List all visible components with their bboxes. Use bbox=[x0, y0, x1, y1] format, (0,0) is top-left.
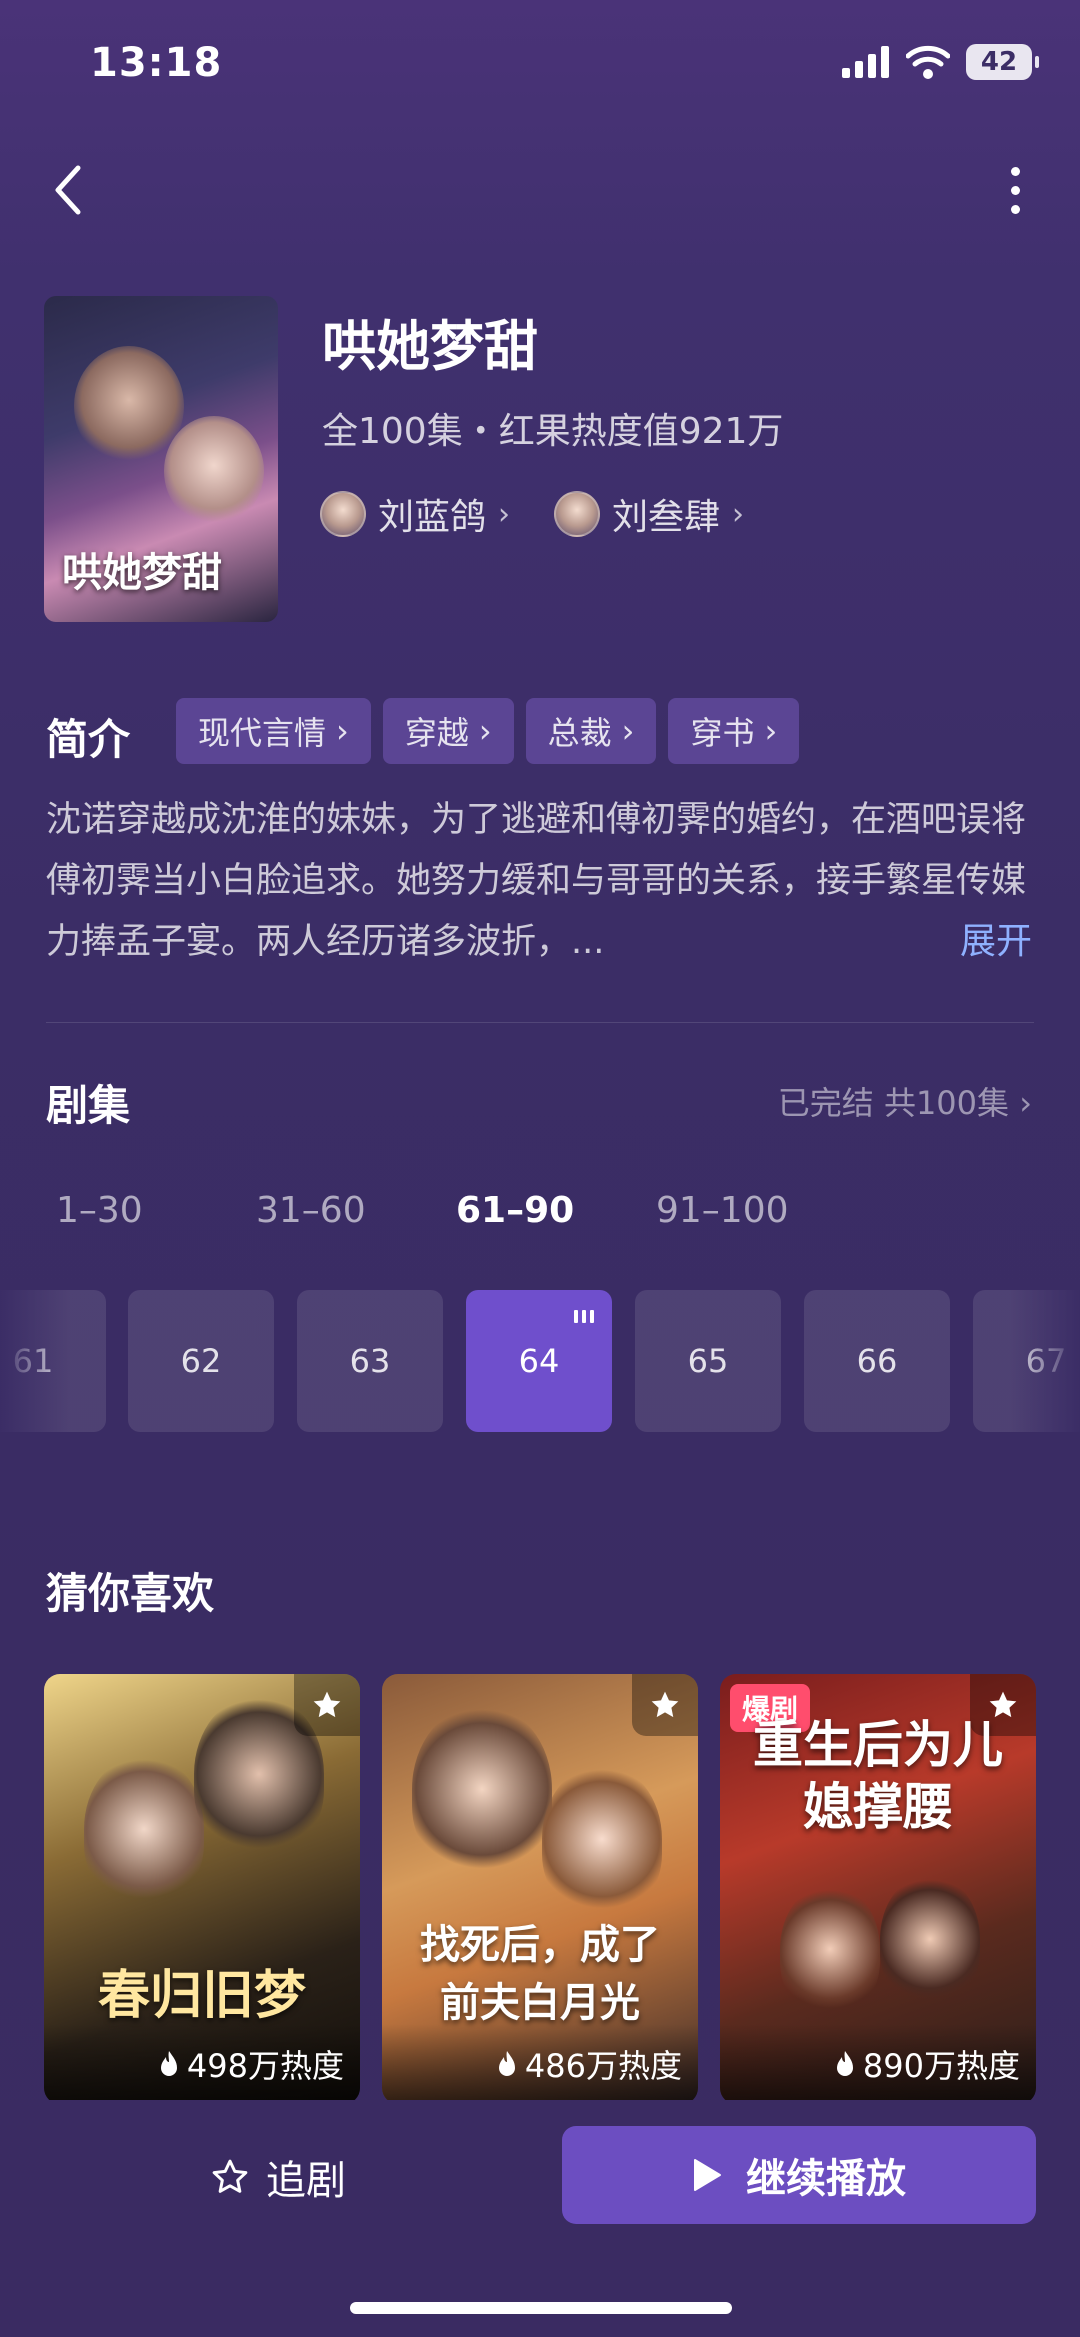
chevron-right-icon: › bbox=[1019, 1084, 1032, 1122]
recommend-card[interactable]: 春归旧梦 498万热度 bbox=[44, 1674, 360, 2104]
more-options-button[interactable] bbox=[990, 160, 1040, 220]
episode-item[interactable]: 62 bbox=[128, 1290, 274, 1432]
card-figure bbox=[880, 1874, 980, 2004]
tab-range[interactable]: 1–30 bbox=[56, 1190, 256, 1231]
episode-number: 64 bbox=[518, 1342, 560, 1380]
drama-title: 哄她梦甜 bbox=[322, 315, 538, 378]
play-icon bbox=[694, 2159, 721, 2191]
continue-play-button[interactable]: 继续播放 bbox=[562, 2126, 1036, 2224]
favorite-button[interactable] bbox=[294, 1674, 360, 1736]
chevron-right-icon: › bbox=[336, 712, 349, 750]
card-art-title: 重生后为儿媳撑腰 bbox=[753, 1715, 1003, 1836]
card-heat: 486万热度 bbox=[382, 2024, 698, 2104]
genre-tag[interactable]: 现代言情 › bbox=[176, 698, 371, 764]
chevron-left-icon bbox=[55, 165, 81, 215]
actor-name: 刘叁肆 bbox=[612, 497, 721, 538]
heat-value: 498万热度 bbox=[186, 2047, 344, 2085]
tab-range[interactable]: 31–60 bbox=[256, 1190, 456, 1231]
episode-list: 61 62 63 64 65 66 67 bbox=[0, 1290, 1080, 1432]
episode-item[interactable]: 65 bbox=[635, 1290, 781, 1432]
chevron-right-icon: › bbox=[478, 712, 492, 750]
follow-button[interactable]: 追剧 bbox=[210, 2148, 346, 2206]
card-art-title: 找死后，成了前夫白月光 bbox=[420, 1921, 660, 2026]
playing-icon bbox=[574, 1310, 594, 1323]
tag-label: 穿书 bbox=[690, 714, 755, 752]
heat-value: 890万热度 bbox=[862, 2047, 1020, 2085]
recommend-list: 春归旧梦 498万热度 找死后，成了前夫白月光 486万热度 爆剧 重生后为儿媳… bbox=[44, 1674, 1036, 2104]
card-figure bbox=[780, 1884, 880, 2014]
status-time: 13:18 bbox=[90, 40, 223, 86]
flame-icon bbox=[836, 2051, 853, 2076]
avatar bbox=[320, 491, 366, 537]
synopsis-text: 沈诺穿越成沈淮的妹妹，为了逃避和傅初霁的婚约，在酒吧误将傅初霁当小白脸追求。她努… bbox=[46, 800, 1027, 962]
scroll-fade-right bbox=[1010, 1290, 1080, 1432]
heat-value: 486万热度 bbox=[524, 2047, 682, 2085]
episodes-status-link[interactable]: 已完结 共100集 › bbox=[778, 1078, 1032, 1124]
star-icon bbox=[313, 1691, 341, 1718]
episode-range-tabs: 1–30 31–60 61–90 91–100 bbox=[56, 1190, 856, 1231]
back-button[interactable] bbox=[48, 160, 98, 220]
episodes-status: 已完结 共100集 bbox=[777, 1084, 1010, 1122]
recommend-card[interactable]: 找死后，成了前夫白月光 486万热度 bbox=[382, 1674, 698, 2104]
card-figure bbox=[412, 1704, 552, 1874]
chevron-right-icon: › bbox=[732, 496, 745, 532]
card-heat: 890万热度 bbox=[720, 2024, 1036, 2104]
drama-meta: 全100集・红果热度值921万 bbox=[322, 411, 784, 452]
chevron-right-icon: › bbox=[498, 496, 511, 532]
episode-item[interactable]: 66 bbox=[804, 1290, 950, 1432]
actor-link[interactable]: 刘叁肆 › bbox=[554, 488, 744, 540]
home-indicator[interactable] bbox=[350, 2302, 732, 2314]
genre-tags: 现代言情 › 穿越 › 总裁 › 穿书 › bbox=[176, 698, 800, 764]
tag-label: 现代言情 bbox=[198, 714, 327, 752]
card-figure bbox=[542, 1764, 662, 1914]
card-figure bbox=[84, 1754, 204, 1904]
more-dot bbox=[1010, 204, 1020, 214]
signal-icon bbox=[842, 46, 889, 78]
favorite-button[interactable] bbox=[632, 1674, 698, 1736]
star-icon bbox=[651, 1691, 679, 1718]
actor-list: 刘蓝鸽 › 刘叁肆 › bbox=[320, 488, 744, 540]
genre-tag[interactable]: 穿越 › bbox=[382, 698, 514, 764]
genre-tag[interactable]: 穿书 › bbox=[668, 698, 800, 764]
tab-range[interactable]: 91–100 bbox=[656, 1190, 856, 1231]
card-art-title: 春归旧梦 bbox=[97, 1965, 306, 2026]
star-outline-icon bbox=[212, 2159, 248, 2193]
card-heat: 498万热度 bbox=[44, 2024, 360, 2104]
recommend-title: 猜你喜欢 bbox=[46, 1569, 215, 1618]
wifi-icon bbox=[906, 45, 950, 79]
episode-item[interactable]: 63 bbox=[297, 1290, 443, 1432]
avatar bbox=[554, 491, 601, 537]
follow-label: 追剧 bbox=[266, 2158, 346, 2204]
flame-icon bbox=[160, 2051, 177, 2076]
intro-label: 简介 bbox=[46, 715, 131, 764]
more-dot bbox=[1010, 185, 1020, 195]
poster-title: 哄她梦甜 bbox=[62, 550, 222, 596]
drama-poster[interactable]: 哄她梦甜 bbox=[44, 296, 278, 622]
tag-label: 穿越 bbox=[404, 714, 469, 752]
divider bbox=[46, 1022, 1034, 1023]
play-label: 继续播放 bbox=[746, 2156, 906, 2202]
tag-label: 总裁 bbox=[547, 714, 612, 752]
chevron-right-icon: › bbox=[621, 712, 635, 750]
battery-indicator: 42 bbox=[966, 44, 1039, 80]
episode-item-playing[interactable]: 64 bbox=[466, 1290, 612, 1432]
genre-tag[interactable]: 总裁 › bbox=[525, 698, 657, 764]
scroll-fade-left bbox=[0, 1290, 70, 1432]
recommend-card[interactable]: 爆剧 重生后为儿媳撑腰 890万热度 bbox=[720, 1674, 1036, 2104]
actor-name: 刘蓝鸽 bbox=[378, 497, 487, 538]
expand-link[interactable]: 展开 bbox=[960, 912, 1032, 964]
flame-icon bbox=[498, 2051, 515, 2076]
poster-figure bbox=[164, 416, 264, 526]
chevron-right-icon: › bbox=[764, 712, 778, 750]
episodes-title: 剧集 bbox=[46, 1081, 131, 1130]
tab-range-active[interactable]: 61–90 bbox=[456, 1190, 656, 1231]
status-icons: 42 bbox=[842, 44, 1039, 80]
more-dots-icon bbox=[1010, 166, 1020, 176]
actor-link[interactable]: 刘蓝鸽 › bbox=[320, 488, 510, 540]
